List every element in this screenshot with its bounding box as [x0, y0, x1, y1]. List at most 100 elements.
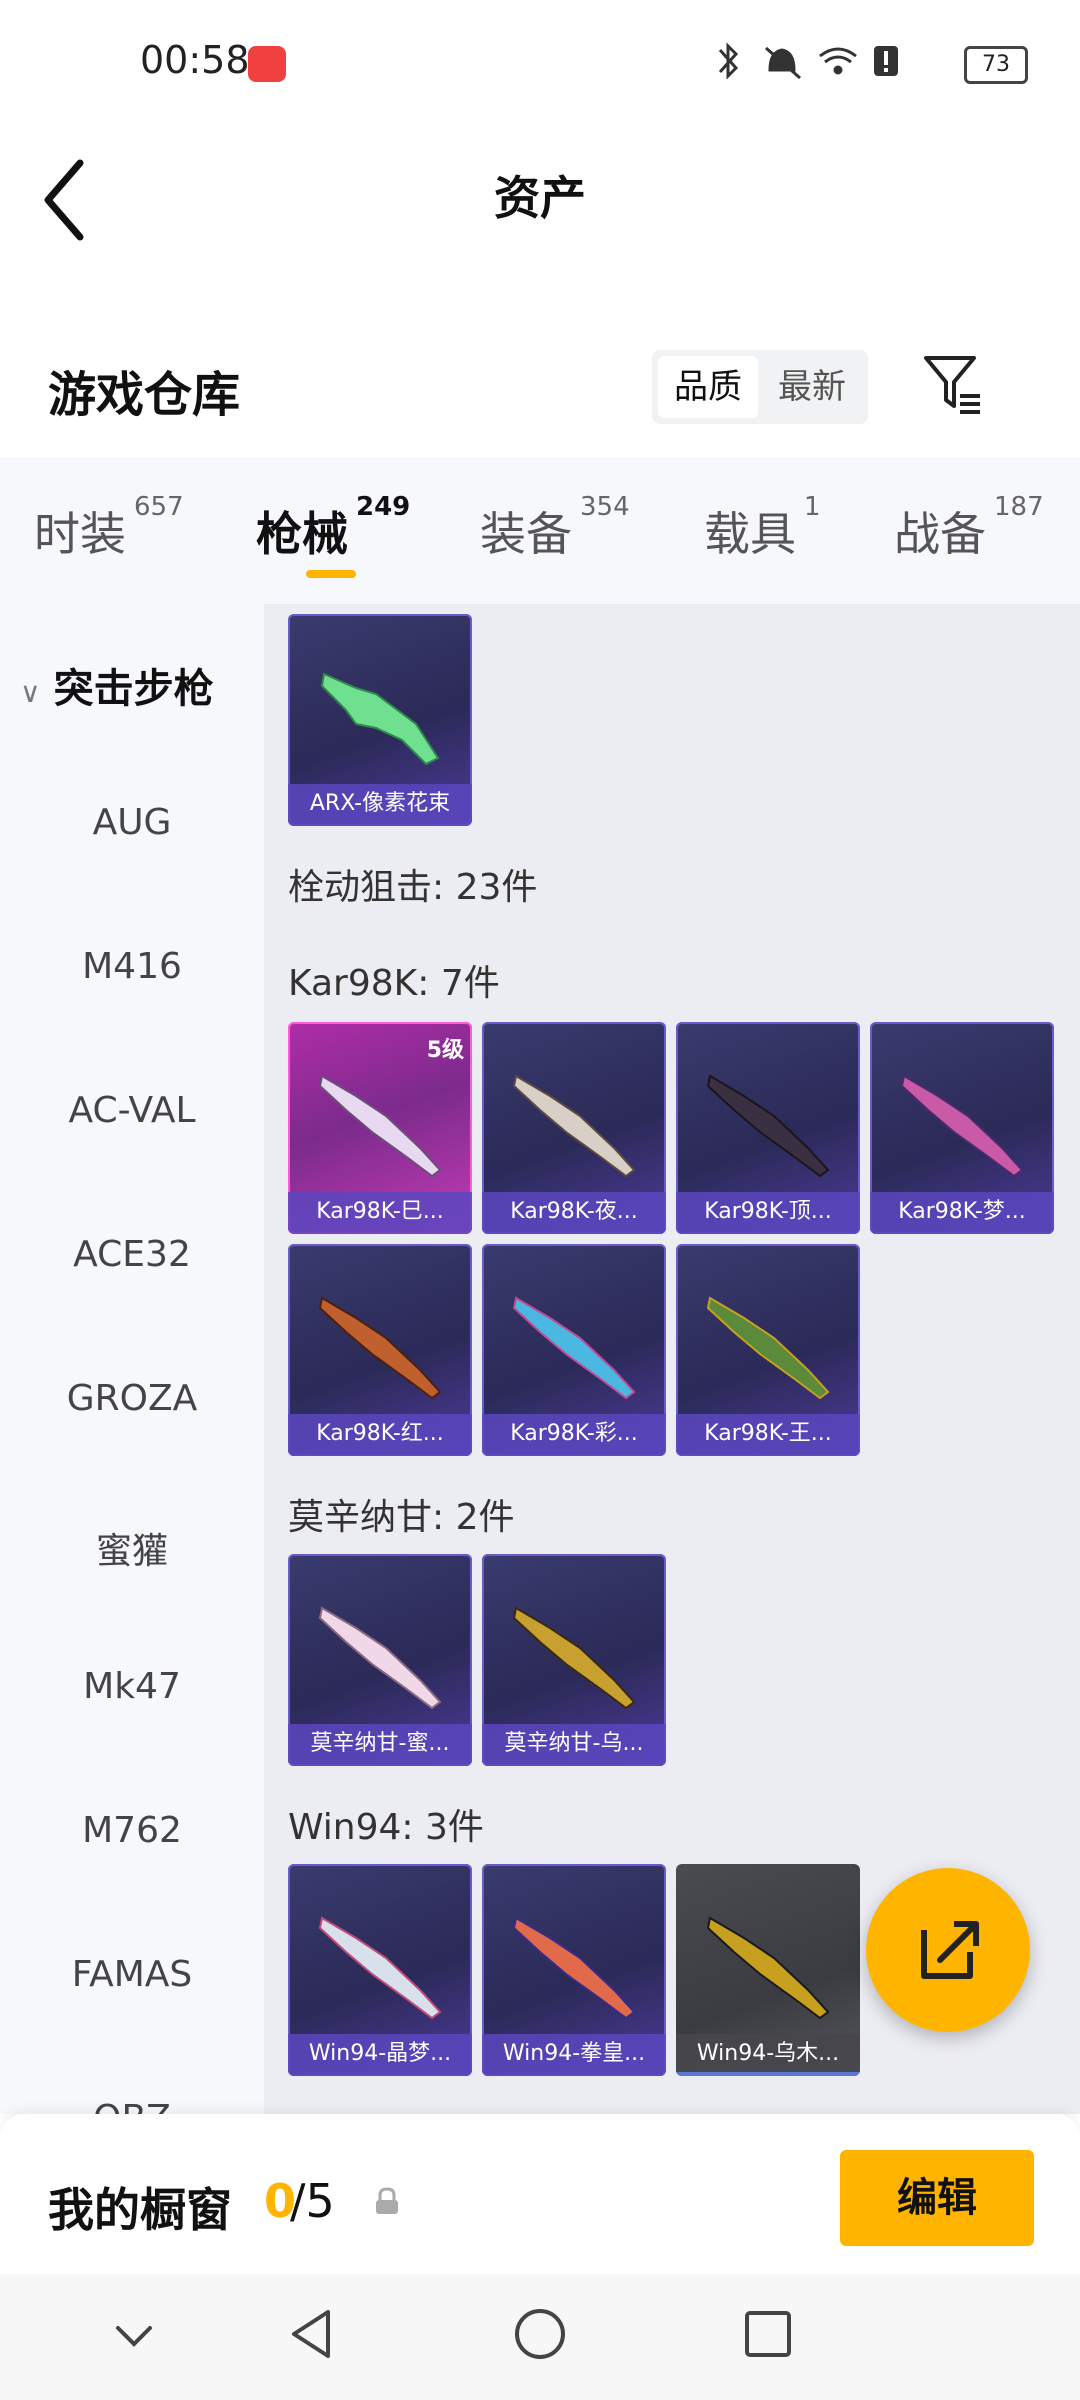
- weapon-card[interactable]: Kar98K-梦...: [870, 1022, 1054, 1234]
- tab-label: 时装: [34, 507, 126, 561]
- rifle-icon: [320, 672, 440, 766]
- rifle-icon: [318, 1916, 442, 2020]
- home-circle-icon[interactable]: [510, 2304, 570, 2364]
- filter-button[interactable]: [920, 352, 984, 416]
- tab-equipment[interactable]: 装备 354: [480, 492, 630, 564]
- tab-supplies[interactable]: 战备 187: [894, 492, 1044, 564]
- weapon-name: 莫辛纳甘-乌...: [482, 1724, 666, 1766]
- edit-button[interactable]: 编辑: [840, 2150, 1034, 2246]
- rifle-icon: [900, 1074, 1024, 1178]
- share-export-icon: [921, 1921, 979, 1979]
- weapon-name: Kar98K-夜...: [482, 1192, 666, 1234]
- weapon-name: Kar98K-彩...: [482, 1414, 666, 1456]
- group-header[interactable]: ∨ 突击步枪: [20, 656, 214, 714]
- sidebar-item-m416[interactable]: M416: [0, 946, 264, 987]
- section-label: Kar98K: 7件: [288, 963, 500, 1004]
- weapon-name: Kar98K-梦...: [870, 1192, 1054, 1234]
- weapon-card[interactable]: Kar98K-顶...: [676, 1022, 860, 1234]
- rifle-icon: [512, 1606, 636, 1710]
- weapon-card[interactable]: 5级 Kar98K-巳...: [288, 1022, 472, 1234]
- sort-by-newest[interactable]: 最新: [762, 356, 862, 418]
- lock-icon: [372, 2186, 402, 2216]
- section-label: Win94: 3件: [288, 1807, 484, 1848]
- sidebar-item-m762[interactable]: M762: [0, 1810, 264, 1851]
- weapon-name: ARX-像素花束: [288, 784, 472, 826]
- wifi-icon: [819, 47, 857, 75]
- weapon-type-sidebar: ∨ 突击步枪 AUG M416 AC-VAL ACE32 GROZA 蜜獾 Mk…: [0, 604, 264, 2114]
- tab-count: 354: [580, 492, 630, 522]
- weapon-name: Kar98K-红...: [288, 1414, 472, 1456]
- level-badge: 5级: [426, 1038, 464, 1063]
- sidebar-item-honey-badger[interactable]: 蜜獾: [0, 1522, 264, 1574]
- section-label: 莫辛纳甘: 2件: [288, 1497, 515, 1538]
- rifle-icon: [318, 1606, 442, 1710]
- chevron-down-icon[interactable]: [110, 2312, 158, 2360]
- weapon-card[interactable]: Win94-拳皇...: [482, 1864, 666, 2076]
- weapon-name: Win94-拳皇...: [482, 2034, 666, 2076]
- recents-square-icon[interactable]: [738, 2304, 798, 2364]
- tab-count: 187: [994, 492, 1044, 522]
- rifle-icon: [706, 1074, 830, 1178]
- share-button[interactable]: [866, 1868, 1030, 2032]
- rifle-icon: [706, 1916, 830, 2020]
- tab-count: 249: [356, 492, 411, 522]
- active-tab-indicator: [306, 570, 356, 578]
- weapon-name: 莫辛纳甘-蜜...: [288, 1724, 472, 1766]
- rifle-icon: [318, 1296, 442, 1400]
- status-bar: 00:58 73: [0, 0, 1080, 130]
- sort-by-quality[interactable]: 品质: [658, 356, 758, 418]
- rifle-icon: [512, 1296, 636, 1400]
- showcase-label: 我的橱窗: [48, 2183, 232, 2237]
- sidebar-item-mk47[interactable]: Mk47: [0, 1666, 264, 1707]
- sidebar-item-aug[interactable]: AUG: [0, 802, 264, 843]
- bell-muted-icon: [765, 46, 801, 80]
- showcase-total-count: /5: [290, 2174, 335, 2228]
- sidebar-item-groza[interactable]: GROZA: [0, 1378, 264, 1419]
- tab-label: 装备: [480, 507, 572, 561]
- tab-count: 1: [804, 492, 821, 522]
- status-icons: [710, 38, 950, 90]
- group-label: 突击步枪: [53, 666, 214, 712]
- category-tabs: 时装 657 枪械 249 装备 354 载具 1 战备 187: [0, 458, 1080, 604]
- tab-count: 657: [134, 492, 184, 522]
- rifle-icon: [512, 1916, 636, 2020]
- weapon-card[interactable]: 莫辛纳甘-蜜...: [288, 1554, 472, 1766]
- sidebar-item-ac-val[interactable]: AC-VAL: [0, 1090, 264, 1131]
- tab-label: 载具: [704, 507, 796, 561]
- weapon-name: Kar98K-王...: [676, 1414, 860, 1456]
- weapon-card[interactable]: Win94-晶梦...: [288, 1864, 472, 2076]
- filter-icon: [924, 356, 980, 414]
- weapon-card[interactable]: Kar98K-王...: [676, 1244, 860, 1456]
- weapon-card[interactable]: ARX-像素花束: [288, 614, 472, 826]
- chevron-down-icon: ∨: [20, 676, 41, 709]
- tab-vehicles[interactable]: 载具 1: [704, 492, 821, 564]
- weapon-name: Kar98K-顶...: [676, 1192, 860, 1234]
- tab-label: 战备: [894, 507, 986, 561]
- alert-icon: [874, 46, 898, 76]
- bluetooth-icon: [718, 42, 739, 80]
- battery-icon: 73: [964, 46, 1028, 84]
- weapon-card[interactable]: Win94-乌木...: [676, 1864, 860, 2076]
- tab-weapons[interactable]: 枪械 249: [256, 492, 410, 564]
- sort-toggle: 品质 最新: [652, 350, 868, 424]
- weapon-card[interactable]: Kar98K-夜...: [482, 1022, 666, 1234]
- weapon-card[interactable]: 莫辛纳甘-乌...: [482, 1554, 666, 1766]
- sidebar-item-famas[interactable]: FAMAS: [0, 1954, 264, 1995]
- rifle-icon: [512, 1074, 636, 1178]
- back-triangle-icon[interactable]: [282, 2304, 342, 2364]
- system-nav-bar: [0, 2274, 1080, 2400]
- page-title: 资产: [494, 171, 586, 225]
- weapon-name: Win94-乌木...: [676, 2034, 860, 2076]
- warehouse-title: 游戏仓库: [48, 367, 241, 423]
- tab-label: 枪械: [256, 507, 348, 561]
- tab-outfits[interactable]: 时装 657: [34, 492, 184, 564]
- rifle-icon: [706, 1296, 830, 1400]
- sidebar-item-qbz[interactable]: QBZ: [0, 2098, 264, 2114]
- weapon-card[interactable]: Kar98K-彩...: [482, 1244, 666, 1456]
- status-time: 00:58: [140, 38, 250, 82]
- sidebar-item-ace32[interactable]: ACE32: [0, 1234, 264, 1275]
- section-label: 栓动狙击: 23件: [288, 867, 538, 908]
- app-notification-icon: [248, 46, 286, 82]
- weapon-card[interactable]: Kar98K-红...: [288, 1244, 472, 1456]
- weapon-name: Win94-晶梦...: [288, 2034, 472, 2076]
